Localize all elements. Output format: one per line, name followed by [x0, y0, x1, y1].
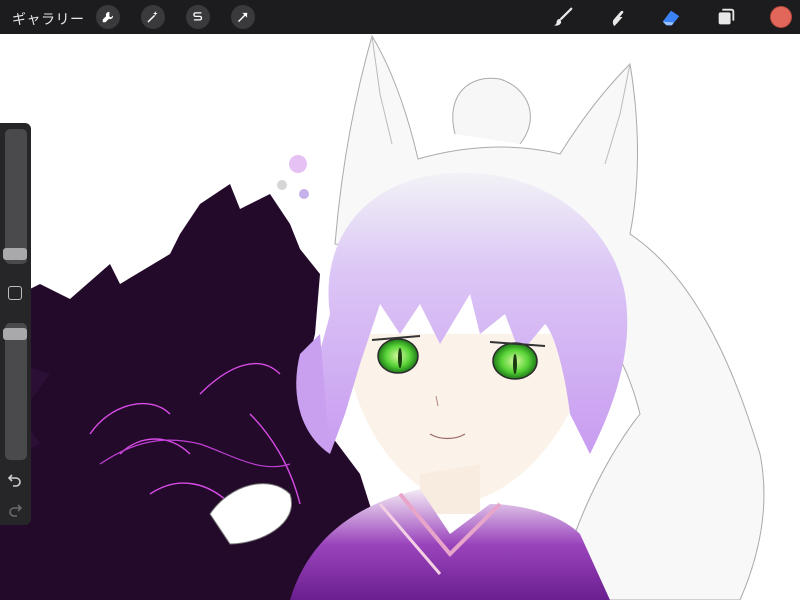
- brush-size-handle[interactable]: [3, 248, 27, 260]
- artwork-illustration: [0, 34, 765, 600]
- brush-icon[interactable]: [550, 4, 576, 30]
- opacity-handle[interactable]: [3, 328, 27, 340]
- layers-icon[interactable]: [713, 4, 739, 30]
- opacity-slider[interactable]: [5, 323, 27, 460]
- wrench-icon[interactable]: [96, 5, 120, 29]
- magic-wand-icon[interactable]: [141, 5, 165, 29]
- smudge-icon[interactable]: [604, 4, 630, 30]
- color-picker-swatch[interactable]: [770, 6, 792, 28]
- top-toolbar: ギャラリー: [0, 0, 800, 34]
- modify-button[interactable]: [8, 286, 22, 300]
- left-sidebar: [0, 123, 31, 525]
- selection-s-icon[interactable]: [186, 5, 210, 29]
- drawing-canvas[interactable]: [0, 34, 800, 600]
- brush-size-slider[interactable]: [5, 129, 27, 264]
- undo-icon[interactable]: [7, 471, 23, 487]
- gallery-button[interactable]: ギャラリー: [12, 9, 85, 29]
- eraser-icon[interactable]: [658, 4, 684, 30]
- transform-arrow-icon[interactable]: [231, 5, 255, 29]
- redo-icon[interactable]: [7, 501, 23, 517]
